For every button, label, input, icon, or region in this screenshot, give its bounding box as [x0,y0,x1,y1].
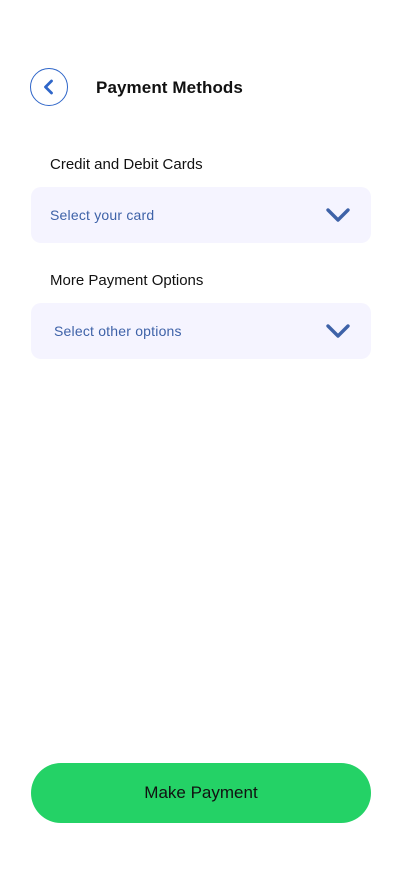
page-title: Payment Methods [96,78,243,97]
back-button[interactable] [30,68,68,106]
card-select-value: Select your card [50,207,155,223]
header: Payment Methods [30,68,370,108]
cards-section-label: Credit and Debit Cards [50,156,203,173]
chevron-left-icon [44,79,53,95]
card-select[interactable]: Select your card [31,187,371,243]
chevron-down-icon [326,324,350,338]
other-section-label: More Payment Options [50,272,204,289]
chevron-down-icon [326,208,350,222]
other-options-select-value: Select other options [54,323,182,339]
make-payment-button[interactable]: Make Payment [31,763,371,823]
other-options-select[interactable]: Select other options [31,303,371,359]
